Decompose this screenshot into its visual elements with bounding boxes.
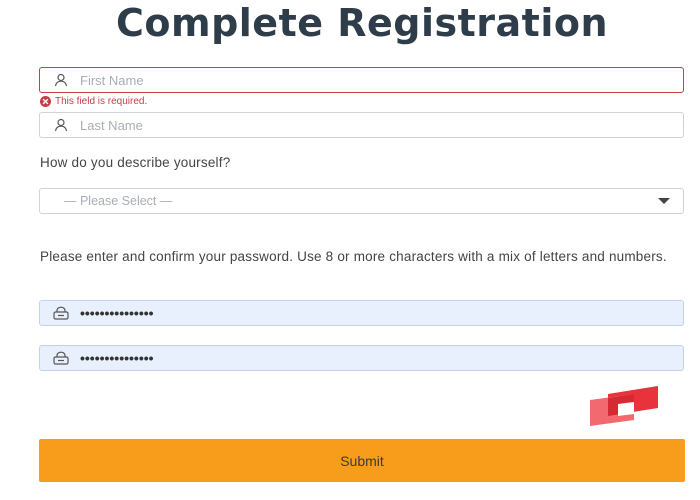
first-name-field[interactable]	[39, 67, 684, 93]
describe-question-label: How do you describe yourself?	[40, 155, 231, 170]
submit-button[interactable]: Submit	[39, 439, 685, 482]
last-name-input[interactable]	[80, 114, 660, 136]
lock-icon	[52, 304, 70, 322]
caret-down-icon	[658, 198, 670, 204]
user-icon	[52, 116, 70, 134]
password-field[interactable]	[39, 300, 684, 326]
password-input[interactable]	[80, 302, 660, 324]
error-text: This field is required.	[55, 96, 148, 107]
user-icon	[52, 71, 70, 89]
confirm-password-field[interactable]	[39, 345, 684, 371]
lock-icon	[52, 349, 70, 367]
brand-logo	[588, 384, 660, 428]
confirm-password-input[interactable]	[80, 347, 660, 369]
select-value: — Please Select —	[64, 194, 173, 208]
first-name-input[interactable]	[80, 69, 660, 91]
password-instructions: Please enter and confirm your password. …	[40, 249, 667, 264]
error-icon	[40, 96, 51, 107]
last-name-field[interactable]	[39, 112, 684, 138]
describe-select[interactable]: — Please Select —	[39, 188, 684, 214]
page-title: Complete Registration	[115, 1, 609, 45]
first-name-error: This field is required.	[40, 96, 147, 107]
